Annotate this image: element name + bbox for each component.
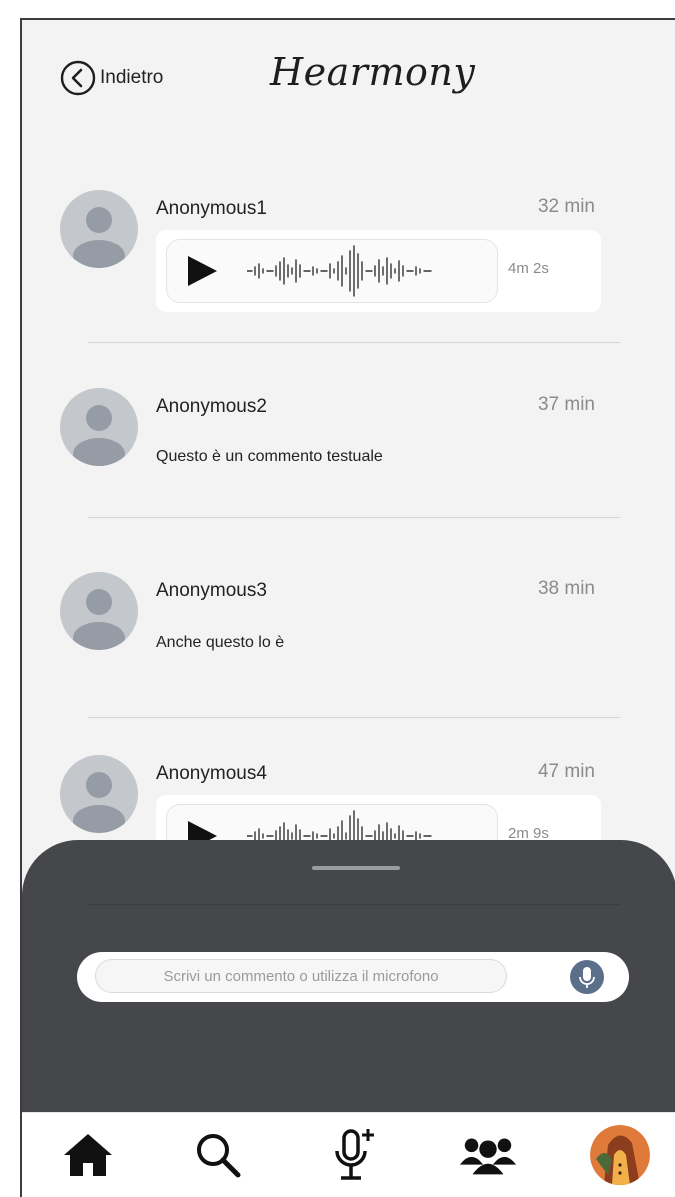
nav-record[interactable]	[324, 1125, 384, 1185]
user-placeholder-icon	[73, 207, 125, 268]
comment-text: Anche questo lo è	[156, 634, 285, 651]
search-icon	[197, 1134, 241, 1178]
divider	[88, 517, 620, 518]
comment-time: 38 min	[537, 578, 595, 599]
user-placeholder-icon	[73, 589, 125, 650]
nav-profile[interactable]	[590, 1125, 650, 1185]
waveform-icon	[247, 245, 432, 297]
mic-plus-icon	[335, 1129, 374, 1180]
divider	[88, 717, 620, 718]
comment-author: Anonymous1	[156, 198, 267, 219]
comment-time: 32 min	[537, 196, 595, 217]
comment-input[interactable]	[95, 959, 507, 993]
audio-player	[166, 239, 498, 303]
comment-author: Anonymous2	[156, 396, 267, 417]
comment-author: Anonymous4	[156, 763, 267, 784]
profile-picture-icon	[590, 1125, 650, 1185]
chevron-left-circle-icon	[60, 60, 96, 96]
app-logo: Hearmony	[270, 50, 476, 94]
back-button[interactable]: Indietro	[60, 60, 163, 96]
back-label: Indietro	[100, 67, 164, 88]
comment-time: 47 min	[537, 761, 595, 782]
community-icon	[459, 1138, 517, 1175]
divider	[88, 342, 620, 343]
drag-handle[interactable]	[312, 866, 400, 870]
comment-time: 37 min	[537, 394, 595, 415]
comment-author: Anonymous3	[156, 580, 267, 601]
comment-composer	[77, 952, 629, 1002]
app-screen: Indietro Hearmony Anonymous1 32 min 4m 2…	[20, 18, 675, 1197]
divider	[88, 904, 620, 905]
nav-community[interactable]	[458, 1125, 518, 1185]
nav-search[interactable]	[188, 1125, 248, 1185]
nav-home[interactable]	[58, 1125, 118, 1185]
profile-avatar	[590, 1125, 650, 1185]
bottom-nav	[22, 1112, 675, 1197]
avatar	[60, 388, 138, 466]
microphone-icon[interactable]	[569, 959, 605, 995]
user-placeholder-icon	[73, 772, 125, 833]
comment-text: Questo è un commento testuale	[156, 448, 383, 465]
home-icon	[64, 1134, 112, 1176]
avatar	[60, 755, 138, 833]
user-placeholder-icon	[73, 405, 125, 466]
play-icon[interactable]	[185, 254, 219, 288]
avatar	[60, 190, 138, 268]
audio-duration: 4m 2s	[508, 260, 549, 277]
avatar	[60, 572, 138, 650]
audio-message: 4m 2s	[156, 230, 601, 312]
comment-sheet[interactable]	[22, 840, 675, 1140]
